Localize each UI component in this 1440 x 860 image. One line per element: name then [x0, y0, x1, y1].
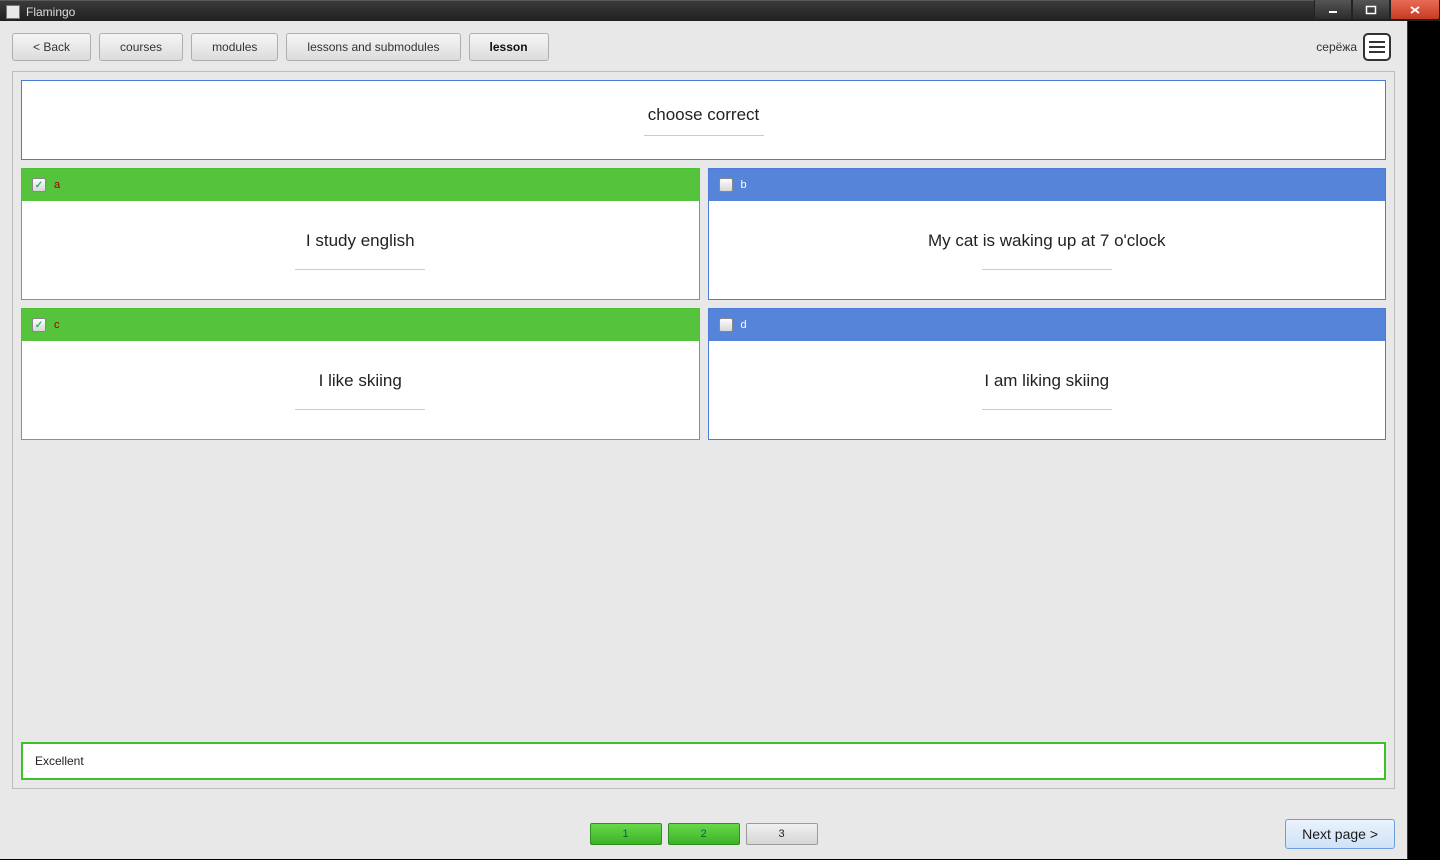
user-area: серёжа — [1316, 33, 1395, 61]
hamburger-menu-button[interactable] — [1363, 33, 1391, 61]
page-button-3[interactable]: 3 — [746, 823, 818, 845]
answer-text: I like skiing — [319, 371, 402, 391]
back-button[interactable]: < Back — [12, 33, 91, 61]
answer-card-b[interactable]: b My cat is waking up at 7 o'clock — [708, 168, 1387, 300]
page-navigator: 1 2 3 — [590, 823, 818, 845]
checkbox-icon[interactable]: ✓ — [32, 318, 46, 332]
answer-header: d — [709, 309, 1386, 341]
answer-card-d[interactable]: d I am liking skiing — [708, 308, 1387, 440]
feedback-text: Excellent — [35, 754, 84, 768]
answer-body: My cat is waking up at 7 o'clock — [709, 201, 1386, 299]
answer-body: I am liking skiing — [709, 341, 1386, 439]
nav-lesson-button[interactable]: lesson — [469, 33, 549, 61]
bottom-bar: 1 2 3 Next page > — [12, 819, 1395, 849]
answer-text: I am liking skiing — [984, 371, 1109, 391]
answer-text: My cat is waking up at 7 o'clock — [928, 231, 1166, 251]
breadcrumb-toolbar: < Back courses modules lessons and submo… — [0, 21, 1407, 71]
question-prompt: choose correct — [21, 80, 1386, 160]
answer-letter: a — [54, 179, 60, 191]
page-button-1[interactable]: 1 — [590, 823, 662, 845]
window-title: Flamingo — [26, 5, 75, 19]
app-client-area: < Back courses modules lessons and submo… — [0, 21, 1408, 859]
answer-letter: b — [741, 179, 747, 191]
lesson-panel: choose correct ✓ a I study english b — [12, 71, 1395, 789]
answer-underline — [295, 269, 425, 270]
answer-header: ✓ c — [22, 309, 699, 341]
answer-underline — [295, 409, 425, 410]
maximize-button[interactable] — [1352, 0, 1390, 20]
nav-lessons-submodules-button[interactable]: lessons and submodules — [286, 33, 460, 61]
checkbox-icon[interactable]: ✓ — [32, 178, 46, 192]
answer-letter: d — [741, 319, 747, 331]
next-page-button[interactable]: Next page > — [1285, 819, 1395, 849]
answer-header: ✓ a — [22, 169, 699, 201]
minimize-button[interactable] — [1314, 0, 1352, 20]
answer-card-a[interactable]: ✓ a I study english — [21, 168, 700, 300]
page-button-2[interactable]: 2 — [668, 823, 740, 845]
answer-body: I study english — [22, 201, 699, 299]
answers-grid: ✓ a I study english b My cat is waking u… — [21, 168, 1386, 440]
prompt-underline — [644, 135, 764, 136]
window-controls — [1314, 1, 1440, 22]
prompt-text: choose correct — [648, 105, 760, 125]
feedback-box: Excellent — [21, 742, 1386, 780]
window-titlebar: Flamingo — [0, 0, 1440, 22]
answer-underline — [982, 409, 1112, 410]
checkbox-icon[interactable] — [719, 178, 733, 192]
close-button[interactable] — [1390, 0, 1440, 20]
answer-underline — [982, 269, 1112, 270]
answer-body: I like skiing — [22, 341, 699, 439]
nav-courses-button[interactable]: courses — [99, 33, 183, 61]
checkbox-icon[interactable] — [719, 318, 733, 332]
answer-text: I study english — [306, 231, 415, 251]
nav-modules-button[interactable]: modules — [191, 33, 278, 61]
answer-card-c[interactable]: ✓ c I like skiing — [21, 308, 700, 440]
app-icon — [6, 5, 20, 19]
user-name: серёжа — [1316, 40, 1357, 54]
answer-letter: c — [54, 319, 60, 331]
hamburger-icon — [1369, 46, 1385, 48]
window-border-right — [1408, 21, 1440, 859]
answer-header: b — [709, 169, 1386, 201]
